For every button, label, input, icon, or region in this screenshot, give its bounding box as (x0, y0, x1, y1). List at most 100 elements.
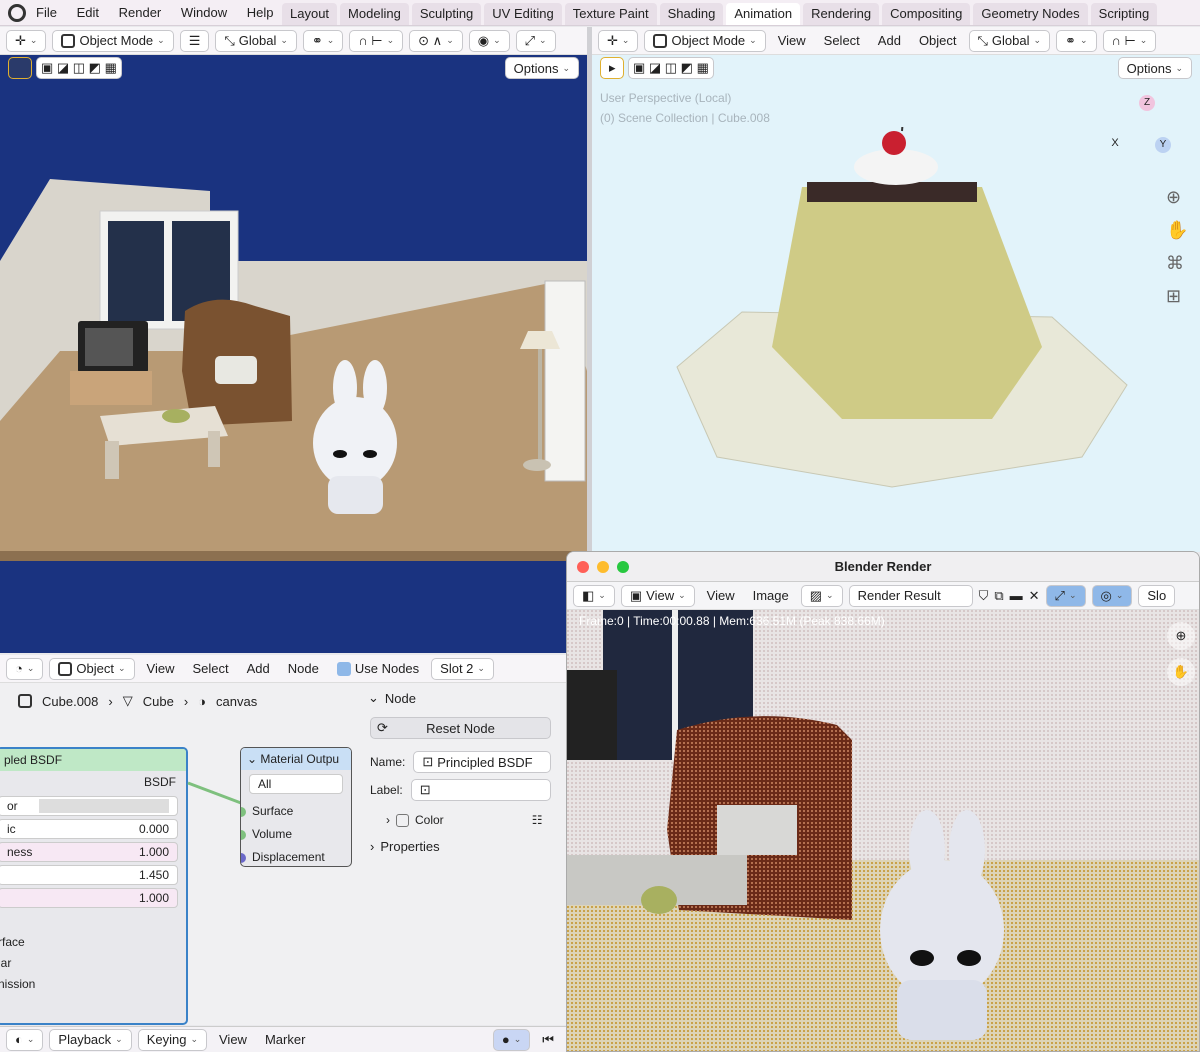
node-label-input[interactable]: ⊡ (410, 779, 551, 801)
view-mode-dropdown[interactable]: ▣ View ⌄ (620, 584, 695, 607)
output-target-dropdown[interactable]: All (249, 774, 343, 794)
minimize-window-icon[interactable] (597, 561, 609, 573)
bsdf-row-alpha[interactable]: 1.000 (0, 888, 178, 908)
menu-select[interactable]: Select (186, 661, 234, 676)
proportional-button[interactable]: ⊙ ∧ ⌄ (409, 29, 463, 52)
menu-view[interactable]: View (141, 661, 181, 676)
displacement-socket-icon[interactable] (241, 852, 246, 863)
menu-window[interactable]: Window (181, 5, 227, 20)
editor-type-button[interactable]: ✛ ⌄ (598, 29, 639, 52)
volume-socket-icon[interactable] (241, 829, 246, 840)
tab-uv-editing[interactable]: UV Editing (484, 3, 562, 25)
use-nodes-checkbox[interactable]: Use Nodes (331, 661, 425, 676)
node-name-input[interactable]: ⊡ Principled BSDF (413, 751, 551, 773)
duplicate-icon[interactable]: ⧉ (994, 588, 1003, 604)
surface-socket-icon[interactable] (241, 806, 246, 817)
grid-icon[interactable]: ⊞ (1166, 286, 1188, 307)
menu-view[interactable]: View (213, 1032, 253, 1047)
playback-dropdown[interactable]: Playback ⌄ (49, 1028, 132, 1051)
node-color-row[interactable]: › Color ☷ (386, 813, 563, 827)
menu-object[interactable]: Object (913, 33, 963, 48)
tab-texture-paint[interactable]: Texture Paint (564, 3, 657, 25)
menu-view[interactable]: View (701, 588, 741, 603)
select-tool-icon[interactable]: ▸ (600, 57, 624, 79)
close-window-icon[interactable] (577, 561, 589, 573)
reset-node-button[interactable]: ⟳ Reset Node (370, 717, 551, 739)
keying-dropdown[interactable]: Keying ⌄ (137, 1028, 207, 1051)
snap-button[interactable]: ∩ ⊢ ⌄ (1102, 29, 1157, 52)
image-browse-button[interactable]: ▨ ⌄ (800, 584, 843, 607)
jump-start-icon[interactable]: ⏮ (536, 1032, 560, 1048)
editor-type-button[interactable]: ✛ ⌄ (6, 29, 47, 52)
tab-compositing[interactable]: Compositing (882, 3, 971, 25)
render-image[interactable]: Frame:0 | Time:00:00.88 | Mem:636.51M (P… (567, 610, 1199, 1051)
pan-hand-icon[interactable]: ✋ (1166, 220, 1188, 241)
breadcrumb-mesh[interactable]: Cube (143, 694, 174, 709)
zoom-window-icon[interactable] (617, 561, 629, 573)
editor-type-button[interactable]: ◐ ⌄ (6, 1028, 44, 1051)
camera-icon[interactable]: ⌘ (1166, 253, 1188, 274)
zoom-icon[interactable]: ⊕ (1166, 187, 1188, 208)
menu-node[interactable]: Node (282, 661, 325, 676)
options-dropdown[interactable]: Options ⌄ (504, 57, 579, 79)
folder-icon[interactable]: ▬ (1010, 588, 1023, 603)
list-icon[interactable]: ☷ (532, 813, 543, 827)
tab-shading[interactable]: Shading (659, 3, 724, 25)
bsdf-row-color[interactable]: or (0, 796, 178, 816)
node-panel-header[interactable]: ⌄ Node (358, 685, 563, 711)
pivot-button[interactable]: ⚭ ⌄ (1056, 29, 1097, 52)
panel-specular[interactable]: lar (0, 953, 186, 974)
left-3d-viewport[interactable]: ✛ ⌄ Object Mode ⌄ ☰ ⤡ Global ⌄ ⚭ ⌄ ∩ ⊢ ⌄ ⊙ ∧ ⌄ … (0, 27, 587, 653)
visibility-button[interactable]: ◉ ⌄ (468, 29, 510, 52)
menu-add[interactable]: Add (872, 33, 907, 48)
pan-hand-icon[interactable]: ✋ (1167, 658, 1195, 686)
select-mode-icons[interactable]: ▣ ◪ ◫ ◩ ▦ (36, 57, 122, 79)
bsdf-row-metallic[interactable]: ic 0.000 (0, 819, 178, 839)
overlay-toggle[interactable]: ◎ ⌄ (1091, 584, 1133, 607)
render-result-field[interactable]: Render Result (848, 584, 973, 607)
principled-bsdf-node[interactable]: pled BSDF BSDF or ic 0.000 ness 1.000 1.45… (0, 747, 188, 1025)
material-output-node[interactable]: ⌄ Material Outpu All Surface Volume Disp… (240, 747, 352, 867)
menu-select[interactable]: Select (818, 33, 866, 48)
slot-dropdown[interactable]: Slo (1138, 584, 1176, 607)
snap-button[interactable]: ∩ ⊢ ⌄ (349, 29, 404, 52)
shader-type-dropdown[interactable]: Object ⌄ (49, 657, 135, 680)
menu-image[interactable]: Image (747, 588, 795, 603)
pivot-button[interactable]: ⚭ ⌄ (302, 29, 344, 52)
editor-type-button[interactable]: ◧ ⌄ (573, 584, 615, 607)
hamburger-menu-button[interactable]: ☰ (179, 29, 210, 52)
tab-sculpting[interactable]: Sculpting (411, 3, 482, 25)
menu-marker[interactable]: Marker (259, 1032, 311, 1047)
breadcrumb-material[interactable]: canvas (216, 694, 257, 709)
slot-dropdown[interactable]: Slot 2 ⌄ (431, 657, 494, 680)
menu-help[interactable]: Help (247, 5, 274, 20)
options-dropdown[interactable]: Options ⌄ (1117, 57, 1192, 79)
tab-animation[interactable]: Animation (726, 3, 801, 25)
gizmo-button[interactable]: ⤢ ⌄ (515, 29, 556, 52)
bsdf-row-ior[interactable]: 1.450 (0, 865, 178, 885)
auto-key-button[interactable]: ● ⌄ (492, 1028, 531, 1051)
panel-subsurface[interactable]: rface (0, 932, 186, 953)
bsdf-row-roughness[interactable]: ness 1.000 (0, 842, 178, 862)
menu-view[interactable]: View (772, 33, 812, 48)
render-window[interactable]: Blender Render ◧ ⌄ ▣ View ⌄ View Image ▨ ⌄ R… (566, 551, 1200, 1052)
gizmo-toggle[interactable]: ⤢ ⌄ (1045, 584, 1086, 607)
close-icon[interactable]: ✕ (1029, 588, 1040, 604)
menu-add[interactable]: Add (241, 661, 276, 676)
tab-modeling[interactable]: Modeling (340, 3, 409, 25)
breadcrumb-object[interactable]: Cube.008 (42, 694, 98, 709)
navigation-gizmo[interactable]: Z X Y (1107, 95, 1187, 175)
editor-type-button[interactable]: ◔ ⌄ (6, 657, 44, 680)
tab-geometry-nodes[interactable]: Geometry Nodes (973, 3, 1088, 25)
shield-icon[interactable]: ⛉ (979, 588, 989, 604)
orientation-dropdown[interactable]: ⤡ Global ⌄ (968, 29, 1051, 52)
menu-render[interactable]: Render (119, 5, 162, 20)
tab-layout[interactable]: Layout (282, 3, 338, 25)
tab-rendering[interactable]: Rendering (803, 3, 880, 25)
properties-panel-header[interactable]: › Properties (370, 839, 563, 854)
menu-file[interactable]: File (36, 5, 57, 20)
panel-emission[interactable]: nission (0, 974, 186, 995)
mode-dropdown[interactable]: Object Mode ⌄ (644, 29, 766, 52)
tab-scripting[interactable]: Scripting (1090, 3, 1158, 25)
shader-node-editor[interactable]: ◔ ⌄ Object ⌄ View Select Add Node Use Node… (0, 655, 566, 1025)
